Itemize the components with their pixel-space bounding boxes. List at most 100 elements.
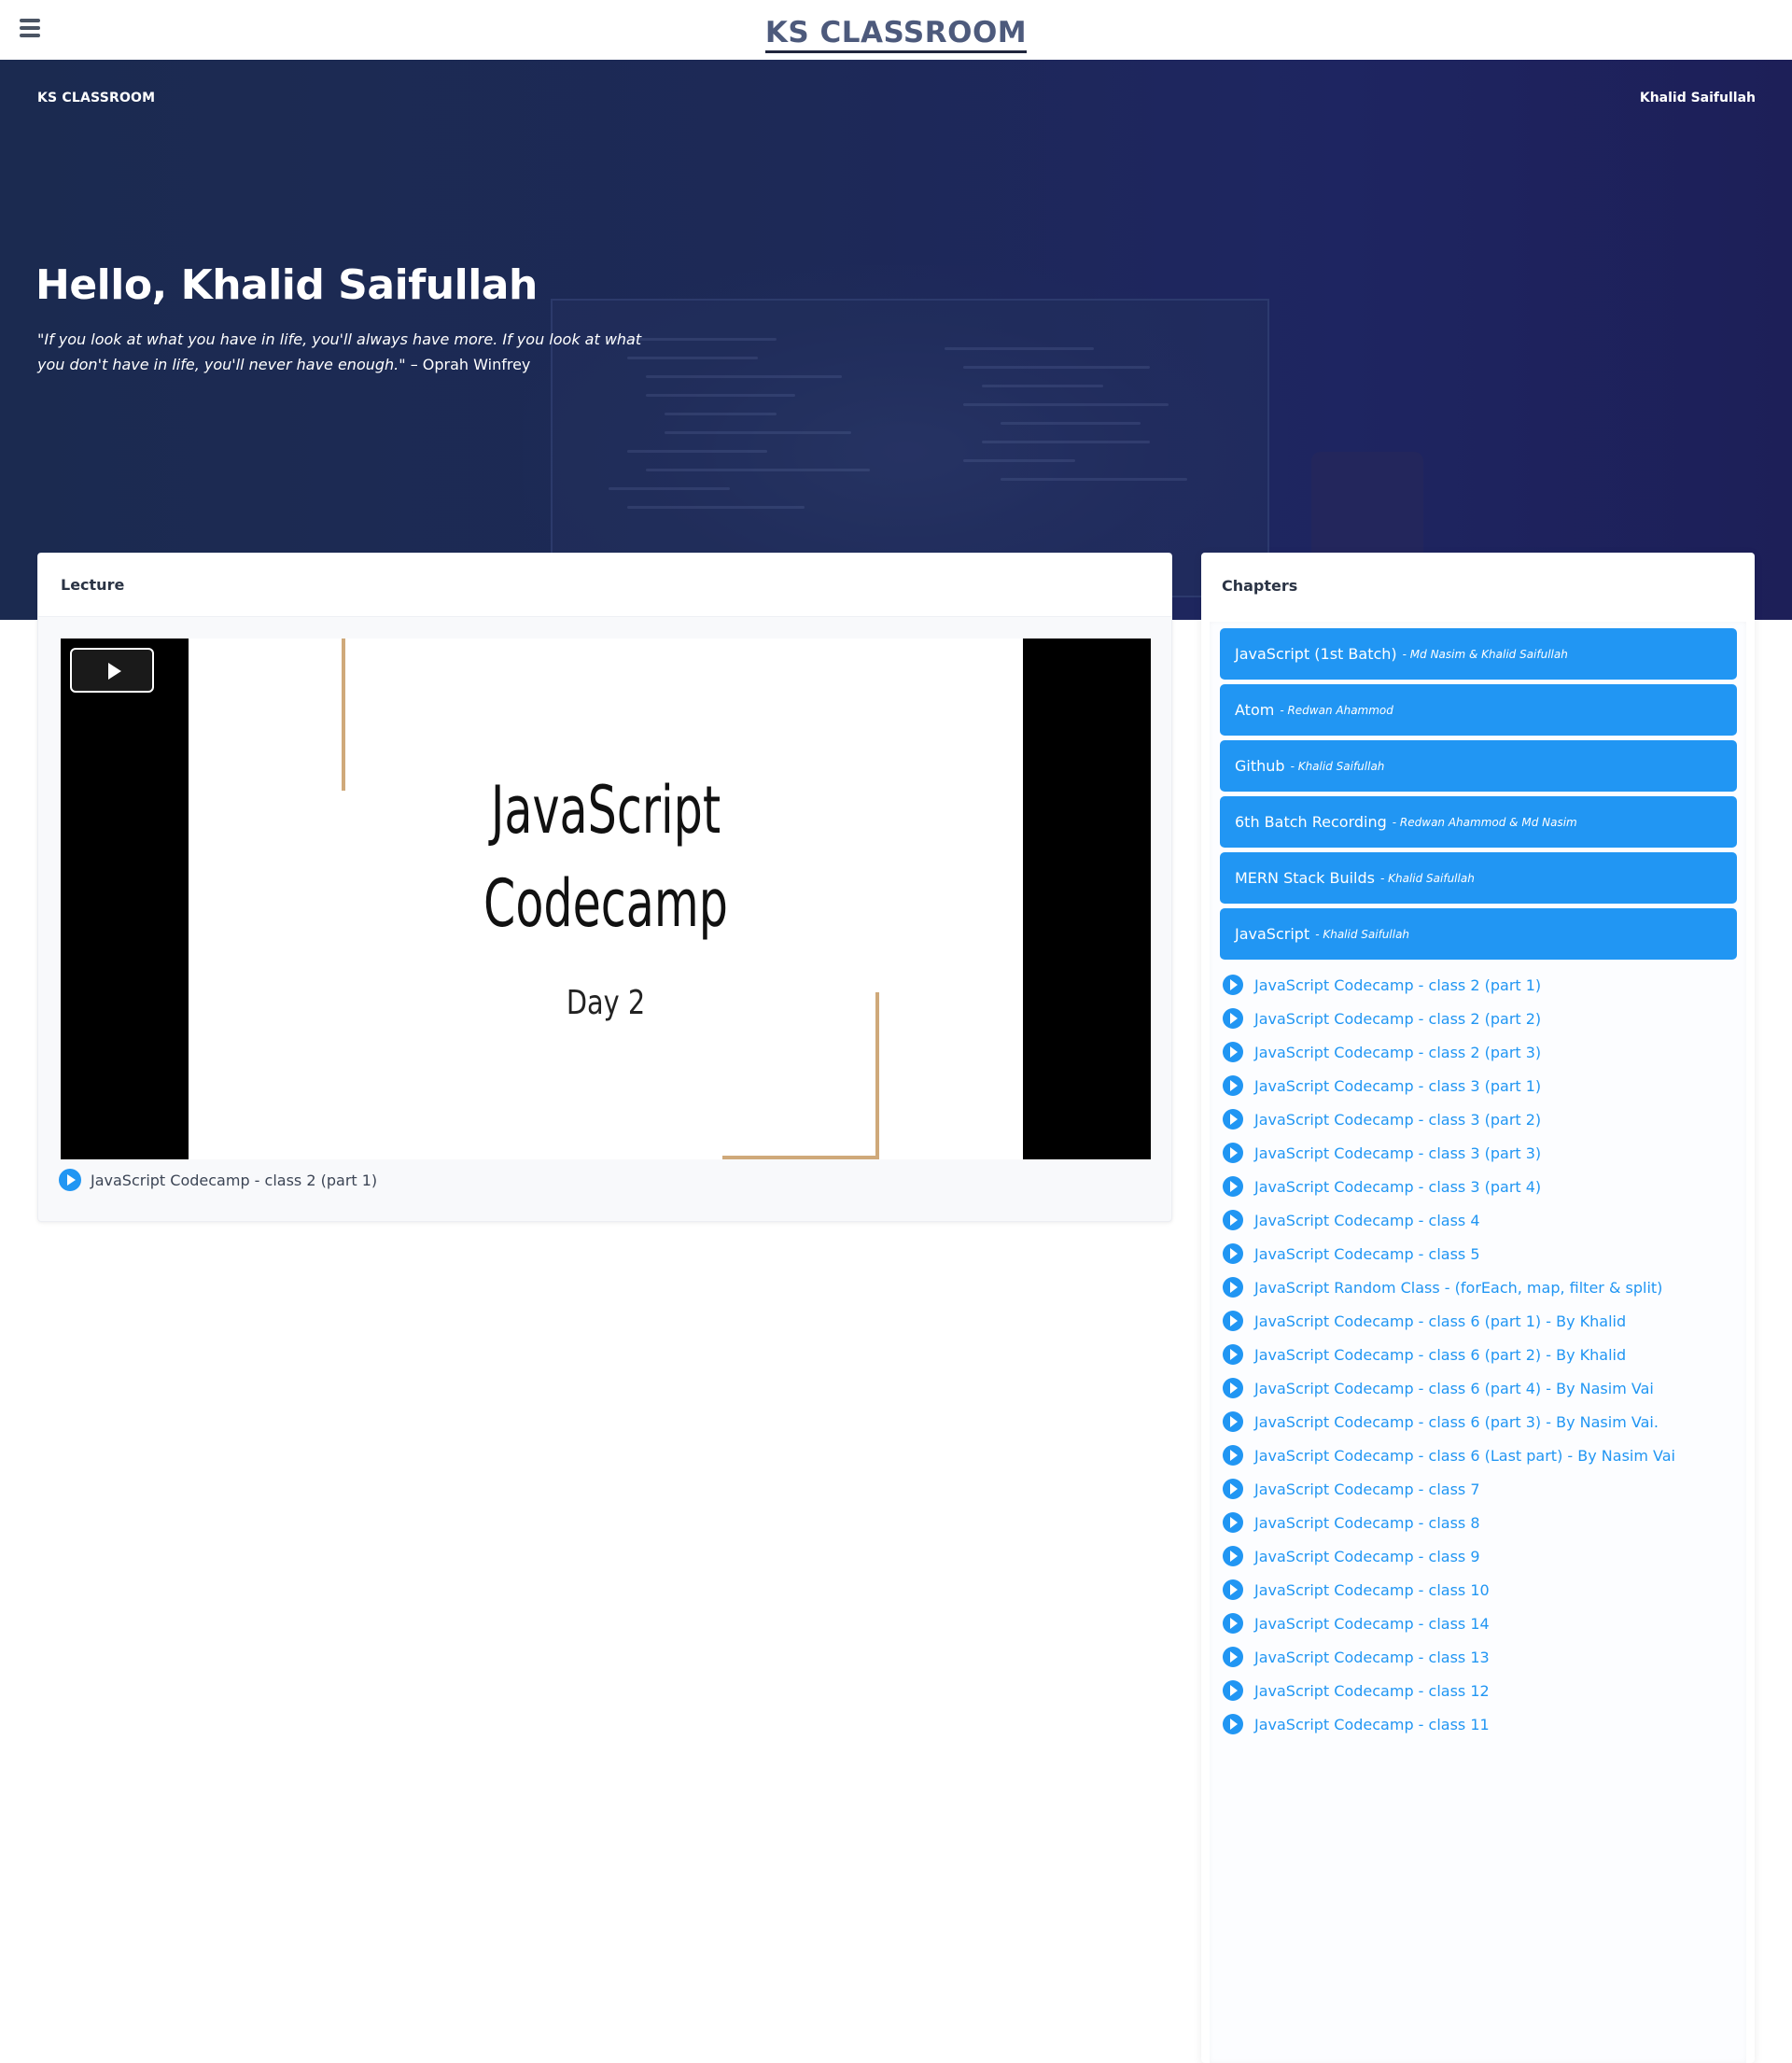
chapter-name: JavaScript: [1235, 925, 1310, 943]
play-icon: [108, 663, 121, 680]
lesson-title: JavaScript Codecamp - class 3 (part 1): [1254, 1076, 1542, 1095]
lesson-item[interactable]: JavaScript Codecamp - class 2 (part 3): [1223, 1038, 1541, 1066]
lesson-item[interactable]: JavaScript Codecamp - class 6 (part 2) -…: [1223, 1340, 1626, 1368]
lesson-item[interactable]: JavaScript Codecamp - class 13: [1223, 1643, 1490, 1671]
chapter-item[interactable]: Atom - Redwan Ahammod: [1220, 684, 1737, 736]
lesson-item[interactable]: JavaScript Codecamp - class 12: [1223, 1677, 1490, 1705]
play-circle-icon: [1223, 1176, 1243, 1197]
chapters-card-header: Chapters: [1201, 553, 1755, 622]
play-circle-icon: [1223, 1445, 1243, 1466]
chapter-name: Atom: [1235, 701, 1275, 719]
play-circle-icon: [1223, 1277, 1243, 1298]
play-circle-icon: [1223, 1714, 1243, 1734]
lesson-item[interactable]: JavaScript Codecamp - class 2 (part 2): [1223, 1004, 1541, 1032]
slide-title: JavaScript Codecamp: [280, 764, 931, 950]
lesson-item[interactable]: JavaScript Codecamp - class 6 (Last part…: [1223, 1441, 1675, 1469]
play-circle-icon: [1223, 1311, 1243, 1331]
hero-brand[interactable]: KS CLASSROOM: [37, 91, 155, 105]
lesson-item[interactable]: JavaScript Codecamp - class 6 (part 3) -…: [1223, 1408, 1659, 1436]
lesson-item[interactable]: JavaScript Codecamp - class 3 (part 4): [1223, 1172, 1541, 1200]
lesson-item[interactable]: JavaScript Codecamp - class 6 (part 1) -…: [1223, 1307, 1626, 1335]
chapter-item[interactable]: MERN Stack Builds - Khalid Saifullah: [1220, 852, 1737, 904]
lesson-item[interactable]: JavaScript Codecamp - class 8: [1223, 1509, 1480, 1537]
play-circle-icon: [1223, 1042, 1243, 1062]
lesson-item[interactable]: JavaScript Codecamp - class 5: [1223, 1240, 1480, 1268]
hero-quote: "If you look at what you have in life, y…: [37, 327, 644, 377]
lesson-title: JavaScript Codecamp - class 11: [1254, 1715, 1490, 1733]
lesson-item[interactable]: JavaScript Codecamp - class 4: [1223, 1206, 1480, 1234]
play-circle-icon: [1223, 1613, 1243, 1634]
lesson-item[interactable]: JavaScript Codecamp - class 3 (part 1): [1223, 1072, 1541, 1100]
video-player[interactable]: JavaScript Codecamp Day 2: [61, 639, 1151, 1159]
play-circle-icon: [1223, 1680, 1243, 1701]
chapter-author: - Redwan Ahammod: [1280, 703, 1393, 717]
play-circle-icon: [1223, 1579, 1243, 1600]
lesson-title: JavaScript Codecamp - class 2 (part 3): [1254, 1043, 1542, 1061]
play-circle-icon: [1223, 1109, 1243, 1130]
chapter-author: - Khalid Saifullah: [1315, 927, 1410, 941]
play-circle-icon: [1223, 1512, 1243, 1533]
play-circle-icon: [1223, 1243, 1243, 1264]
lesson-title: JavaScript Codecamp - class 13: [1254, 1648, 1490, 1666]
chapter-author: - Redwan Ahammod & Md Nasim: [1392, 815, 1577, 829]
lesson-title: JavaScript Codecamp - class 6 (part 2) -…: [1254, 1345, 1627, 1364]
lesson-title: JavaScript Codecamp - class 6 (part 1) -…: [1254, 1312, 1627, 1330]
chapter-item[interactable]: Github - Khalid Saifullah: [1220, 740, 1737, 792]
lecture-card-header: Lecture: [38, 554, 1171, 617]
now-playing-title: JavaScript Codecamp - class 2 (part 1): [91, 1171, 378, 1189]
play-circle-icon: [1223, 1143, 1243, 1163]
lesson-title: JavaScript Codecamp - class 6 (Last part…: [1254, 1446, 1675, 1465]
play-circle-icon: [1223, 1378, 1243, 1398]
lesson-title: JavaScript Random Class - (forEach, map,…: [1254, 1278, 1663, 1297]
video-play-button[interactable]: [70, 648, 154, 693]
lesson-item[interactable]: JavaScript Codecamp - class 9: [1223, 1542, 1480, 1570]
play-circle-icon: [1223, 1210, 1243, 1230]
quote-text: "If you look at what you have in life, y…: [37, 330, 642, 373]
lesson-title: JavaScript Codecamp - class 8: [1254, 1513, 1480, 1532]
play-circle-icon: [1223, 1075, 1243, 1096]
lesson-title: JavaScript Codecamp - class 14: [1254, 1614, 1490, 1633]
lesson-item[interactable]: JavaScript Codecamp - class 2 (part 1): [1223, 971, 1541, 999]
lesson-title: JavaScript Codecamp - class 2 (part 2): [1254, 1009, 1542, 1028]
hero-banner: KS CLASSROOM Khalid Saifullah Hello, Kha…: [0, 60, 1792, 620]
play-circle-icon: [1223, 1647, 1243, 1667]
lecture-card: Lecture JavaScript Codecamp Day 2 JavaSc…: [37, 553, 1172, 1222]
lesson-title: JavaScript Codecamp - class 4: [1254, 1211, 1480, 1229]
chapters-list: JavaScript (1st Batch) - Md Nasim & Khali…: [1210, 622, 1746, 2063]
quote-author: – Oprah Winfrey: [405, 356, 531, 373]
chapter-item[interactable]: 6th Batch Recording - Redwan Ahammod & Md…: [1220, 796, 1737, 848]
lesson-item[interactable]: JavaScript Codecamp - class 3 (part 3): [1223, 1139, 1541, 1167]
play-circle-icon: [1223, 1546, 1243, 1566]
chapter-author: - Khalid Saifullah: [1379, 871, 1475, 885]
slide-decor-line: [722, 1156, 879, 1159]
lesson-item[interactable]: JavaScript Codecamp - class 6 (part 4) -…: [1223, 1374, 1654, 1402]
play-circle-icon: [1223, 1479, 1243, 1499]
navbar-brand: KS CLASSROOM: [0, 16, 1792, 53]
lesson-title: JavaScript Codecamp - class 6 (part 4) -…: [1254, 1379, 1654, 1397]
lesson-title: JavaScript Codecamp - class 3 (part 3): [1254, 1144, 1542, 1162]
chapter-author: - Md Nasim & Khalid Saifullah: [1402, 647, 1568, 661]
user-name[interactable]: Khalid Saifullah: [1640, 91, 1756, 105]
play-circle-icon: [1223, 1344, 1243, 1365]
lesson-item[interactable]: JavaScript Codecamp - class 3 (part 2): [1223, 1105, 1541, 1133]
brand-link[interactable]: KS CLASSROOM: [764, 16, 1028, 53]
lesson-item[interactable]: JavaScript Random Class - (forEach, map,…: [1223, 1273, 1662, 1301]
lesson-item[interactable]: JavaScript Codecamp - class 14: [1223, 1609, 1490, 1637]
chapter-author: - Khalid Saifullah: [1290, 759, 1385, 773]
greeting-heading: Hello, Khalid Saifullah: [35, 261, 538, 309]
chapter-item-active[interactable]: JavaScript - Khalid Saifullah: [1220, 908, 1737, 960]
slide-title-line: Codecamp: [483, 865, 728, 942]
lecture-title: Lecture: [61, 576, 125, 594]
chapter-name: JavaScript (1st Batch): [1235, 645, 1397, 663]
lesson-item[interactable]: JavaScript Codecamp - class 7: [1223, 1475, 1480, 1503]
lesson-title: JavaScript Codecamp - class 3 (part 4): [1254, 1177, 1542, 1196]
play-circle-icon: [59, 1169, 81, 1191]
lesson-title: JavaScript Codecamp - class 3 (part 2): [1254, 1110, 1542, 1129]
lesson-item[interactable]: JavaScript Codecamp - class 10: [1223, 1576, 1490, 1604]
lesson-title: JavaScript Codecamp - class 6 (part 3) -…: [1254, 1412, 1659, 1431]
chapter-item[interactable]: JavaScript (1st Batch) - Md Nasim & Khali…: [1220, 628, 1737, 680]
play-circle-icon: [1223, 1411, 1243, 1432]
chapter-name: 6th Batch Recording: [1235, 813, 1387, 831]
lesson-item[interactable]: JavaScript Codecamp - class 11: [1223, 1710, 1490, 1738]
play-circle-icon: [1223, 1008, 1243, 1029]
